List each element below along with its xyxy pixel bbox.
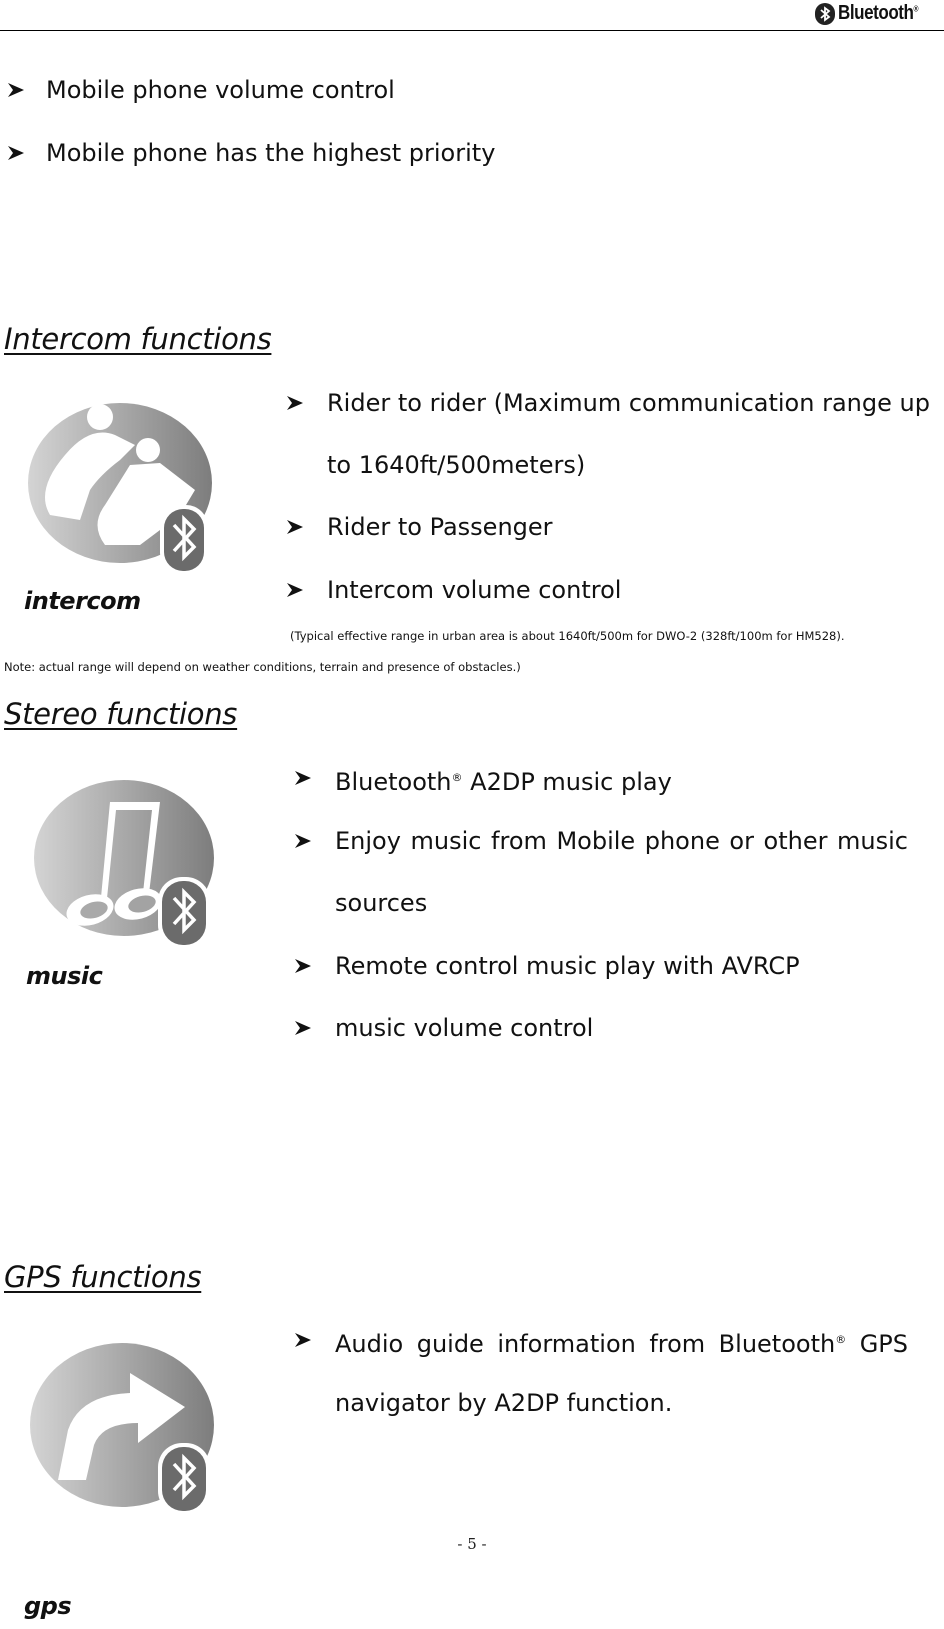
gps-icon-label: gps xyxy=(24,1592,72,1620)
stereo-bullet-2-line-2: sources xyxy=(335,889,428,917)
gps-turn-arrow-bluetooth-icon xyxy=(20,1335,220,1524)
page-number: - 5 - xyxy=(457,1535,487,1553)
bullet-arrow-icon xyxy=(8,83,24,97)
bluetooth-logo: Bluetooth® xyxy=(814,2,932,25)
stereo-bullet-2-line-1: Enjoy music from Mobile phone or other m… xyxy=(335,827,908,855)
intercom-bullet-1-line-1: Rider to rider (Maximum communication ra… xyxy=(327,389,930,417)
bullet-arrow-icon xyxy=(295,771,311,785)
intercom-range-note-line-1: (Typical effective range in urban area i… xyxy=(290,629,845,643)
bullet-arrow-icon xyxy=(287,583,303,597)
stereo-bullet-1: Bluetooth® A2DP music play xyxy=(335,768,672,796)
intercom-section-title: Intercom functions xyxy=(4,322,272,356)
intro-bullet-2: Mobile phone has the highest priority xyxy=(46,139,496,167)
intercom-bullet-1-line-2: to 1640ft/500meters) xyxy=(327,451,586,479)
stereo-section-title: Stereo functions xyxy=(4,697,238,731)
bluetooth-rune-icon xyxy=(814,2,835,25)
gps-section-title: GPS functions xyxy=(4,1260,202,1294)
gps-bullet-1-line-2: navigator by A2DP function. xyxy=(335,1389,673,1417)
intercom-range-note-line-2: Note: actual range will depend on weathe… xyxy=(4,660,521,674)
intercom-bullet-2: Rider to Passenger xyxy=(327,513,553,541)
bullet-arrow-icon xyxy=(8,146,24,160)
stereo-bullet-3: Remote control music play with AVRCP xyxy=(335,952,800,980)
gps-bullet-1-line-1: Audio guide information from Bluetooth® … xyxy=(335,1330,909,1358)
header-divider xyxy=(0,30,944,31)
bullet-arrow-icon xyxy=(287,520,303,534)
bullet-arrow-icon xyxy=(295,959,311,973)
bullet-arrow-icon xyxy=(287,396,303,410)
bullet-arrow-icon xyxy=(295,1021,311,1035)
intro-bullet-1: Mobile phone volume control xyxy=(46,76,395,104)
intercom-riders-bluetooth-icon xyxy=(20,395,220,584)
bullet-arrow-icon xyxy=(295,1333,311,1347)
stereo-bullet-4: music volume control xyxy=(335,1014,594,1042)
bluetooth-logo-text: Bluetooth® xyxy=(837,2,919,24)
music-icon-label: music xyxy=(26,962,103,990)
intercom-bullet-3: Intercom volume control xyxy=(327,576,622,604)
music-note-bluetooth-icon xyxy=(22,770,222,954)
bullet-arrow-icon xyxy=(295,834,311,848)
intercom-icon-label: intercom xyxy=(24,587,141,615)
